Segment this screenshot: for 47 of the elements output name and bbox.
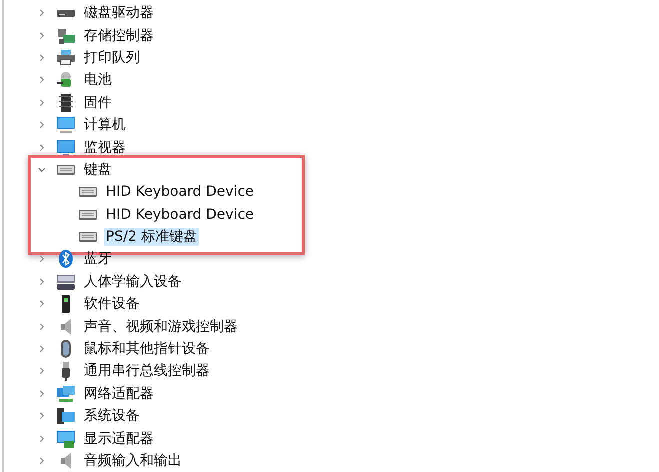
tree-item[interactable]: 存储控制器 <box>82 26 156 45</box>
expand-chevron-icon[interactable] <box>38 121 46 130</box>
tree-item[interactable]: 电池 <box>82 71 114 90</box>
network-icon <box>56 384 76 404</box>
tree-item[interactable]: 软件设备 <box>82 295 142 314</box>
tree-item[interactable]: PS/2 标准键盘 <box>104 228 200 246</box>
tree-item[interactable]: 网络适配器 <box>82 384 156 403</box>
expand-chevron-icon[interactable] <box>38 457 46 465</box>
computer-icon <box>56 115 76 136</box>
tree-item[interactable]: 固件 <box>82 94 114 112</box>
expand-chevron-icon[interactable] <box>38 255 46 264</box>
tree-item[interactable]: HID Keyboard Device <box>104 206 256 224</box>
collapse-chevron-icon[interactable] <box>38 166 46 174</box>
tree-item[interactable]: 磁盘驱动器 <box>82 4 156 22</box>
expand-chevron-icon[interactable] <box>38 9 46 18</box>
tree-item[interactable]: 键盘 <box>82 160 114 179</box>
expand-chevron-icon[interactable] <box>38 98 46 107</box>
printer-icon <box>56 48 76 68</box>
expand-chevron-icon[interactable] <box>38 434 46 443</box>
expand-chevron-icon[interactable] <box>38 278 46 286</box>
tree-item[interactable]: 系统设备 <box>82 407 142 426</box>
expand-chevron-icon[interactable] <box>38 345 46 354</box>
tree-item[interactable]: 蓝牙 <box>82 250 114 268</box>
expand-chevron-icon[interactable] <box>38 32 46 40</box>
tree-item[interactable]: 打印队列 <box>82 48 142 67</box>
expand-chevron-icon[interactable] <box>38 76 46 84</box>
tree-item[interactable]: 通用串行总线控制器 <box>82 362 212 380</box>
expand-chevron-icon[interactable] <box>38 412 46 420</box>
system-icon <box>56 406 76 426</box>
tree-item[interactable]: 显示适配器 <box>82 430 156 448</box>
expand-chevron-icon[interactable] <box>38 54 46 62</box>
tree-item[interactable]: 计算机 <box>82 116 128 134</box>
expand-chevron-icon[interactable] <box>38 322 46 331</box>
tree-item[interactable]: 人体学输入设备 <box>82 272 184 291</box>
tree-item[interactable]: 鼠标和其他指针设备 <box>82 340 212 358</box>
tree-item[interactable]: 音频输入和输出 <box>82 452 184 470</box>
bluetooth-icon <box>56 249 76 270</box>
expand-chevron-icon[interactable] <box>38 300 46 308</box>
expand-chevron-icon[interactable] <box>38 390 46 398</box>
monitor-icon <box>56 138 76 158</box>
tree-item[interactable]: 监视器 <box>82 138 128 157</box>
tree-item[interactable]: 声音、视频和游戏控制器 <box>82 318 240 336</box>
expand-chevron-icon[interactable] <box>38 144 46 152</box>
expand-chevron-icon[interactable] <box>38 367 46 376</box>
chip-icon <box>56 92 76 113</box>
tree-item[interactable]: HID Keyboard Device <box>104 183 256 202</box>
display-adapter-icon <box>56 428 76 449</box>
